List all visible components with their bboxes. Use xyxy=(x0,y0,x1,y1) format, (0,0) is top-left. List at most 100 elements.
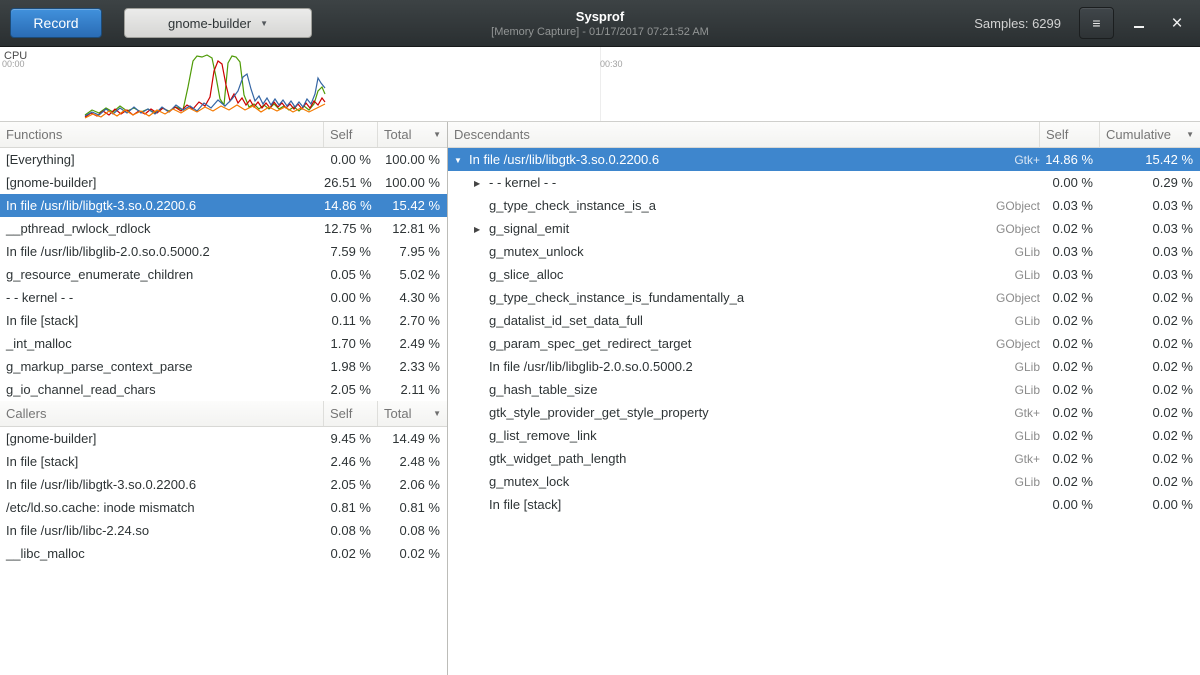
descendants-row[interactable]: g_mutex_unlockGLib0.03 %0.03 % xyxy=(448,240,1200,263)
self-percent: 7.59 % xyxy=(324,244,378,259)
self-percent: 0.08 % xyxy=(324,523,378,538)
functions-row[interactable]: In file /usr/lib/libgtk-3.so.0.2200.6 14.… xyxy=(0,194,447,217)
descendants-row[interactable]: g_type_check_instance_is_aGObject0.03 %0… xyxy=(448,194,1200,217)
functions-row[interactable]: [gnome-builder]26.51 %100.00 % xyxy=(0,171,447,194)
function-name-cell: In file /usr/lib/libgtk-3.so.0.2200.6 xyxy=(0,198,324,213)
callers-column-header[interactable]: Callers xyxy=(0,401,324,426)
function-name: g_mutex_unlock xyxy=(489,244,584,259)
descendants-row[interactable]: ▶- - kernel - -0.00 %0.29 % xyxy=(448,171,1200,194)
functions-row[interactable]: [Everything]0.00 %100.00 % xyxy=(0,148,447,171)
descendants-row[interactable]: ▶g_signal_emitGObject0.02 %0.03 % xyxy=(448,217,1200,240)
cumulative-percent: 15.42 % xyxy=(1100,152,1200,167)
total-percent: 2.49 % xyxy=(378,336,447,351)
descendants-row[interactable]: g_datalist_id_set_data_fullGLib0.02 %0.0… xyxy=(448,309,1200,332)
self-percent: 2.05 % xyxy=(324,382,378,397)
function-name: In file /usr/lib/libglib-2.0.so.0.5000.2 xyxy=(6,244,210,259)
functions-row[interactable]: g_io_channel_read_chars2.05 %2.11 % xyxy=(0,378,447,401)
expander-closed-icon[interactable]: ▶ xyxy=(474,179,489,188)
functions-self-column-header[interactable]: Self xyxy=(324,122,378,147)
descendants-row[interactable]: g_param_spec_get_redirect_targetGObject0… xyxy=(448,332,1200,355)
functions-table-body: [Everything]0.00 %100.00 %[gnome-builder… xyxy=(0,148,447,401)
self-percent: 2.46 % xyxy=(324,454,378,469)
descendants-row[interactable]: ▼In file /usr/lib/libgtk-3.so.0.2200.6Gt… xyxy=(448,148,1200,171)
total-percent: 2.06 % xyxy=(378,477,447,492)
descendants-cumulative-column-header[interactable]: Cumulative ▼ xyxy=(1100,122,1200,147)
descendants-row[interactable]: g_type_check_instance_is_fundamentally_a… xyxy=(448,286,1200,309)
library-badge: GLib xyxy=(970,475,1040,489)
cumulative-percent: 0.02 % xyxy=(1100,451,1200,466)
function-name-cell: gtk_style_provider_get_style_property xyxy=(448,405,970,420)
descendants-row[interactable]: g_list_remove_linkGLib0.02 %0.02 % xyxy=(448,424,1200,447)
functions-row[interactable]: - - kernel - -0.00 %4.30 % xyxy=(0,286,447,309)
function-name-cell: In file /usr/lib/libc-2.24.so xyxy=(0,523,324,538)
process-selector[interactable]: gnome-builder ▼ xyxy=(124,8,312,38)
functions-row[interactable]: __pthread_rwlock_rdlock12.75 %12.81 % xyxy=(0,217,447,240)
cumulative-percent: 0.02 % xyxy=(1100,290,1200,305)
descendants-cumulative-column-label: Cumulative xyxy=(1106,127,1171,142)
descendants-table: Descendants Self Cumulative ▼ ▼In file /… xyxy=(448,122,1200,516)
descendants-row[interactable]: In file /usr/lib/libglib-2.0.so.0.5000.2… xyxy=(448,355,1200,378)
functions-row[interactable]: _int_malloc1.70 %2.49 % xyxy=(0,332,447,355)
minimize-button[interactable] xyxy=(1126,8,1152,38)
library-badge: GObject xyxy=(970,199,1040,213)
callers-self-column-header[interactable]: Self xyxy=(324,401,378,426)
descendants-row[interactable]: gtk_style_provider_get_style_propertyGtk… xyxy=(448,401,1200,424)
functions-row[interactable]: In file [stack]0.11 %2.70 % xyxy=(0,309,447,332)
right-panel: Descendants Self Cumulative ▼ ▼In file /… xyxy=(448,122,1200,675)
callers-total-column-header[interactable]: Total ▼ xyxy=(378,401,447,426)
descendants-row[interactable]: gtk_widget_path_lengthGtk+0.02 %0.02 % xyxy=(448,447,1200,470)
cumulative-percent: 0.00 % xyxy=(1100,497,1200,512)
functions-column-header[interactable]: Functions xyxy=(0,122,324,147)
function-name-cell: g_type_check_instance_is_a xyxy=(448,198,970,213)
function-name-cell: [gnome-builder] xyxy=(0,175,324,190)
cpu-graph[interactable]: CPU 00:00 00:30 xyxy=(0,47,1200,122)
window-title: Sysprof xyxy=(491,9,709,24)
function-name: In file /usr/lib/libgtk-3.so.0.2200.6 xyxy=(6,198,196,213)
descendants-row[interactable]: g_slice_allocGLib0.03 %0.03 % xyxy=(448,263,1200,286)
expander-open-icon[interactable]: ▼ xyxy=(454,156,469,165)
sort-descending-icon: ▼ xyxy=(429,409,441,418)
self-percent: 0.02 % xyxy=(1040,474,1100,489)
descendants-self-column-header[interactable]: Self xyxy=(1040,122,1100,147)
library-badge: GLib xyxy=(970,429,1040,443)
callers-row[interactable]: __libc_malloc0.02 %0.02 % xyxy=(0,542,447,565)
callers-row[interactable]: In file /usr/lib/libc-2.24.so0.08 %0.08 … xyxy=(0,519,447,542)
function-name-cell: In file /usr/lib/libglib-2.0.so.0.5000.2 xyxy=(448,359,970,374)
cumulative-percent: 0.02 % xyxy=(1100,336,1200,351)
cumulative-percent: 0.02 % xyxy=(1100,359,1200,374)
self-percent: 0.03 % xyxy=(1040,267,1100,282)
library-badge: GLib xyxy=(970,268,1040,282)
expander-closed-icon[interactable]: ▶ xyxy=(474,225,489,234)
sort-descending-icon: ▼ xyxy=(429,130,441,139)
hamburger-icon: ≡ xyxy=(1092,15,1100,31)
self-percent: 0.02 % xyxy=(1040,221,1100,236)
functions-row[interactable]: In file /usr/lib/libglib-2.0.so.0.5000.2… xyxy=(0,240,447,263)
self-percent: 9.45 % xyxy=(324,431,378,446)
descendants-row[interactable]: g_mutex_lockGLib0.02 %0.02 % xyxy=(448,470,1200,493)
functions-total-column-header[interactable]: Total ▼ xyxy=(378,122,447,147)
chevron-down-icon: ▼ xyxy=(260,19,268,28)
total-percent: 4.30 % xyxy=(378,290,447,305)
callers-row[interactable]: [gnome-builder]9.45 %14.49 % xyxy=(0,427,447,450)
self-percent: 0.81 % xyxy=(324,500,378,515)
functions-row[interactable]: g_markup_parse_context_parse1.98 %2.33 % xyxy=(0,355,447,378)
function-name: - - kernel - - xyxy=(489,175,556,190)
descendants-row[interactable]: g_hash_table_sizeGLib0.02 %0.02 % xyxy=(448,378,1200,401)
callers-row[interactable]: /etc/ld.so.cache: inode mismatch0.81 %0.… xyxy=(0,496,447,519)
functions-table-header: Functions Self Total ▼ xyxy=(0,122,447,148)
total-percent: 0.08 % xyxy=(378,523,447,538)
function-name-cell: g_slice_alloc xyxy=(448,267,970,282)
descendants-row[interactable]: In file [stack]0.00 %0.00 % xyxy=(448,493,1200,516)
function-name-cell: g_mutex_lock xyxy=(448,474,970,489)
callers-row[interactable]: In file /usr/lib/libgtk-3.so.0.2200.62.0… xyxy=(0,473,447,496)
self-percent: 0.02 % xyxy=(1040,336,1100,351)
close-button[interactable]: × xyxy=(1164,8,1190,38)
callers-row[interactable]: In file [stack]2.46 %2.48 % xyxy=(0,450,447,473)
record-button[interactable]: Record xyxy=(10,8,102,38)
function-name: /etc/ld.so.cache: inode mismatch xyxy=(6,500,195,515)
functions-row[interactable]: g_resource_enumerate_children0.05 %5.02 … xyxy=(0,263,447,286)
self-percent: 14.86 % xyxy=(324,198,378,213)
functions-table: Functions Self Total ▼ [Everything]0.00 … xyxy=(0,122,447,401)
menu-button[interactable]: ≡ xyxy=(1079,7,1114,39)
descendants-column-header[interactable]: Descendants xyxy=(448,122,1040,147)
